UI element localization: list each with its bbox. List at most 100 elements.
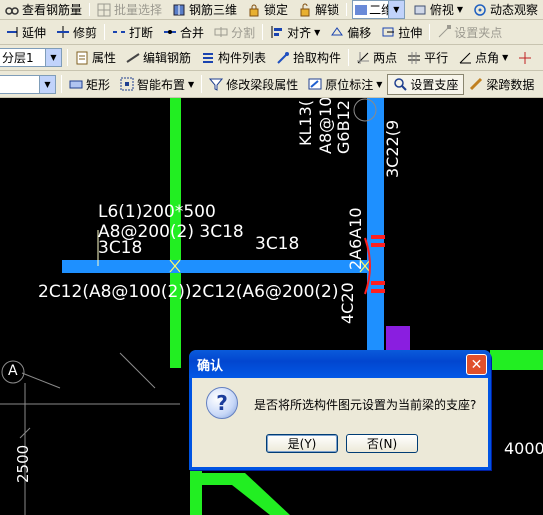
dropdown-arrow-icon: ▼ <box>314 27 321 37</box>
kl-label: KL13( <box>296 99 315 146</box>
rectangle-button[interactable]: 矩形 <box>64 71 115 97</box>
chevron-down-icon: ▼ <box>387 1 404 18</box>
component-list-button[interactable]: 构件列表 <box>196 45 271 70</box>
align-icon <box>270 25 284 39</box>
yes-button[interactable]: 是(Y) <box>266 434 338 453</box>
lock-icon <box>247 3 261 17</box>
kl-label: G6B12 <box>334 100 353 154</box>
parallel-label: 平行 <box>424 51 449 65</box>
batch-select-button[interactable]: 批量选择 <box>92 0 167 19</box>
smart-layout-label: 智能布置 <box>137 77 186 92</box>
beam-label: 3C18 <box>98 238 143 258</box>
cross-span-data-label: 梁跨数据 <box>486 77 535 92</box>
no-button[interactable]: 否(N) <box>346 434 418 453</box>
in-situ-annotation-button[interactable]: 原位标注 ▼ <box>303 71 387 97</box>
parallel-icon <box>407 51 421 65</box>
layer-select[interactable]: 分层1 ▼ <box>0 48 62 67</box>
blue-beam-l6[interactable] <box>62 260 368 273</box>
toolbar-edit: 延伸 修剪 打断 合并 分割 对齐 ▼ 偏移 拉伸 设置夹点 <box>0 20 543 45</box>
divider <box>262 23 264 41</box>
column-purple[interactable] <box>386 326 410 350</box>
two-points-button[interactable]: 两点 <box>351 45 402 70</box>
properties-button[interactable]: 属性 <box>70 45 121 70</box>
no-button-label: 否(N) <box>366 437 398 451</box>
split-icon <box>214 25 228 39</box>
properties-icon <box>75 51 89 65</box>
trim-button[interactable]: 修剪 <box>51 20 102 44</box>
grip-icon <box>437 25 452 39</box>
vertical-label: 4C20 <box>338 282 357 324</box>
edit-rebar-icon <box>126 51 140 65</box>
divider <box>429 23 431 41</box>
pick-component-button[interactable]: 拾取构件 <box>271 45 346 70</box>
set-grip-button[interactable]: 设置夹点 <box>432 20 507 44</box>
rebar-3d-button[interactable]: 钢筋三维 <box>167 0 242 19</box>
extend-icon <box>5 25 19 39</box>
extend-label: 延伸 <box>22 25 47 40</box>
rectangle-label: 矩形 <box>86 77 111 92</box>
cross-span-data-button[interactable]: 梁跨数据 <box>464 71 539 97</box>
parallel-button[interactable]: 平行 <box>402 45 453 70</box>
divider <box>348 48 350 67</box>
dimension-label: 2500 <box>14 444 32 483</box>
dialog-titlebar[interactable]: 确认 <box>189 350 491 378</box>
merge-button[interactable]: 合并 <box>158 20 209 44</box>
modify-beam-segment-button[interactable]: 修改梁段属性 <box>204 71 303 97</box>
properties-label: 属性 <box>92 51 117 65</box>
smart-layout-button[interactable]: 智能布置 ▼ <box>115 71 199 97</box>
construction-line <box>21 372 61 389</box>
toolbar-main: 查看钢筋量 批量选择 钢筋三维 锁定 解锁 二维 ▼ 俯视 ▼ 动态观察 <box>0 0 543 20</box>
close-icon: ✕ <box>470 356 483 373</box>
extend-button[interactable]: 延伸 <box>0 20 51 44</box>
toolbar-component: 分层1 ▼ 属性 编辑钢筋 构件列表 拾取构件 两点 平行 点角 ▼ <box>0 45 543 71</box>
cross-tool-button[interactable] <box>513 45 537 70</box>
offset-button[interactable]: 偏移 <box>325 20 376 44</box>
kl-label: A8@10 <box>316 98 335 154</box>
set-support-button[interactable]: 设置支座 <box>387 73 465 95</box>
edit-rebar-button[interactable]: 编辑钢筋 <box>121 45 196 70</box>
brush-icon <box>469 77 483 91</box>
dropdown-arrow-icon: ▼ <box>502 53 509 62</box>
green-beam-diagonal[interactable] <box>202 473 290 515</box>
view-mode-select[interactable]: 二维 ▼ <box>352 0 405 19</box>
eyedropper-icon <box>276 51 290 65</box>
component-name-select[interactable]: ▼ <box>0 74 56 94</box>
chevron-down-icon: ▼ <box>39 75 55 93</box>
green-beam-right[interactable] <box>490 350 543 370</box>
stretch-button[interactable]: 拉伸 <box>376 20 427 44</box>
point-angle-icon <box>458 51 472 65</box>
split-button[interactable]: 分割 <box>209 20 260 44</box>
divider <box>67 48 68 67</box>
grid-select-icon <box>97 3 111 17</box>
set-support-label: 设置支座 <box>410 77 459 92</box>
dropdown-arrow-icon: ▼ <box>376 79 383 89</box>
blue-beam-kl13[interactable] <box>367 98 384 350</box>
modify-beam-segment-label: 修改梁段属性 <box>226 77 299 92</box>
view-angle-button[interactable]: 俯视 ▼ <box>408 0 468 19</box>
unlock-button[interactable]: 解锁 <box>293 0 344 19</box>
close-button[interactable]: ✕ <box>466 354 487 375</box>
divider <box>89 2 91 17</box>
chevron-down-icon: ▼ <box>45 49 61 66</box>
break-button[interactable]: 打断 <box>107 20 158 44</box>
dimension-label: 4000 <box>504 439 543 458</box>
view-rebar-button[interactable]: 查看钢筋量 <box>0 0 87 19</box>
cube-icon <box>172 3 186 17</box>
beam-label: L6(1)200*500 <box>98 202 216 222</box>
axis-label: A <box>8 363 18 379</box>
divider <box>104 23 106 41</box>
align-button[interactable]: 对齐 ▼ <box>265 20 325 44</box>
point-angle-button[interactable]: 点角 ▼ <box>453 45 513 70</box>
view-angle-label: 俯视 <box>429 3 454 17</box>
two-points-label: 两点 <box>373 51 398 65</box>
confirm-dialog: 确认 ✕ ? 是否将所选构件图元设置为当前梁的支座? 是(Y) 否(N) <box>189 350 491 470</box>
vertical-label: 2A6A10 <box>346 207 365 270</box>
align-label: 对齐 <box>287 25 312 40</box>
lock-button[interactable]: 锁定 <box>242 0 293 19</box>
pick-component-label: 拾取构件 <box>293 51 342 65</box>
rectangle-icon <box>69 77 83 91</box>
dynamic-observe-button[interactable]: 动态观察 <box>468 0 543 19</box>
divider <box>346 2 348 17</box>
batch-select-label: 批量选择 <box>114 3 163 17</box>
list-icon <box>201 51 215 65</box>
